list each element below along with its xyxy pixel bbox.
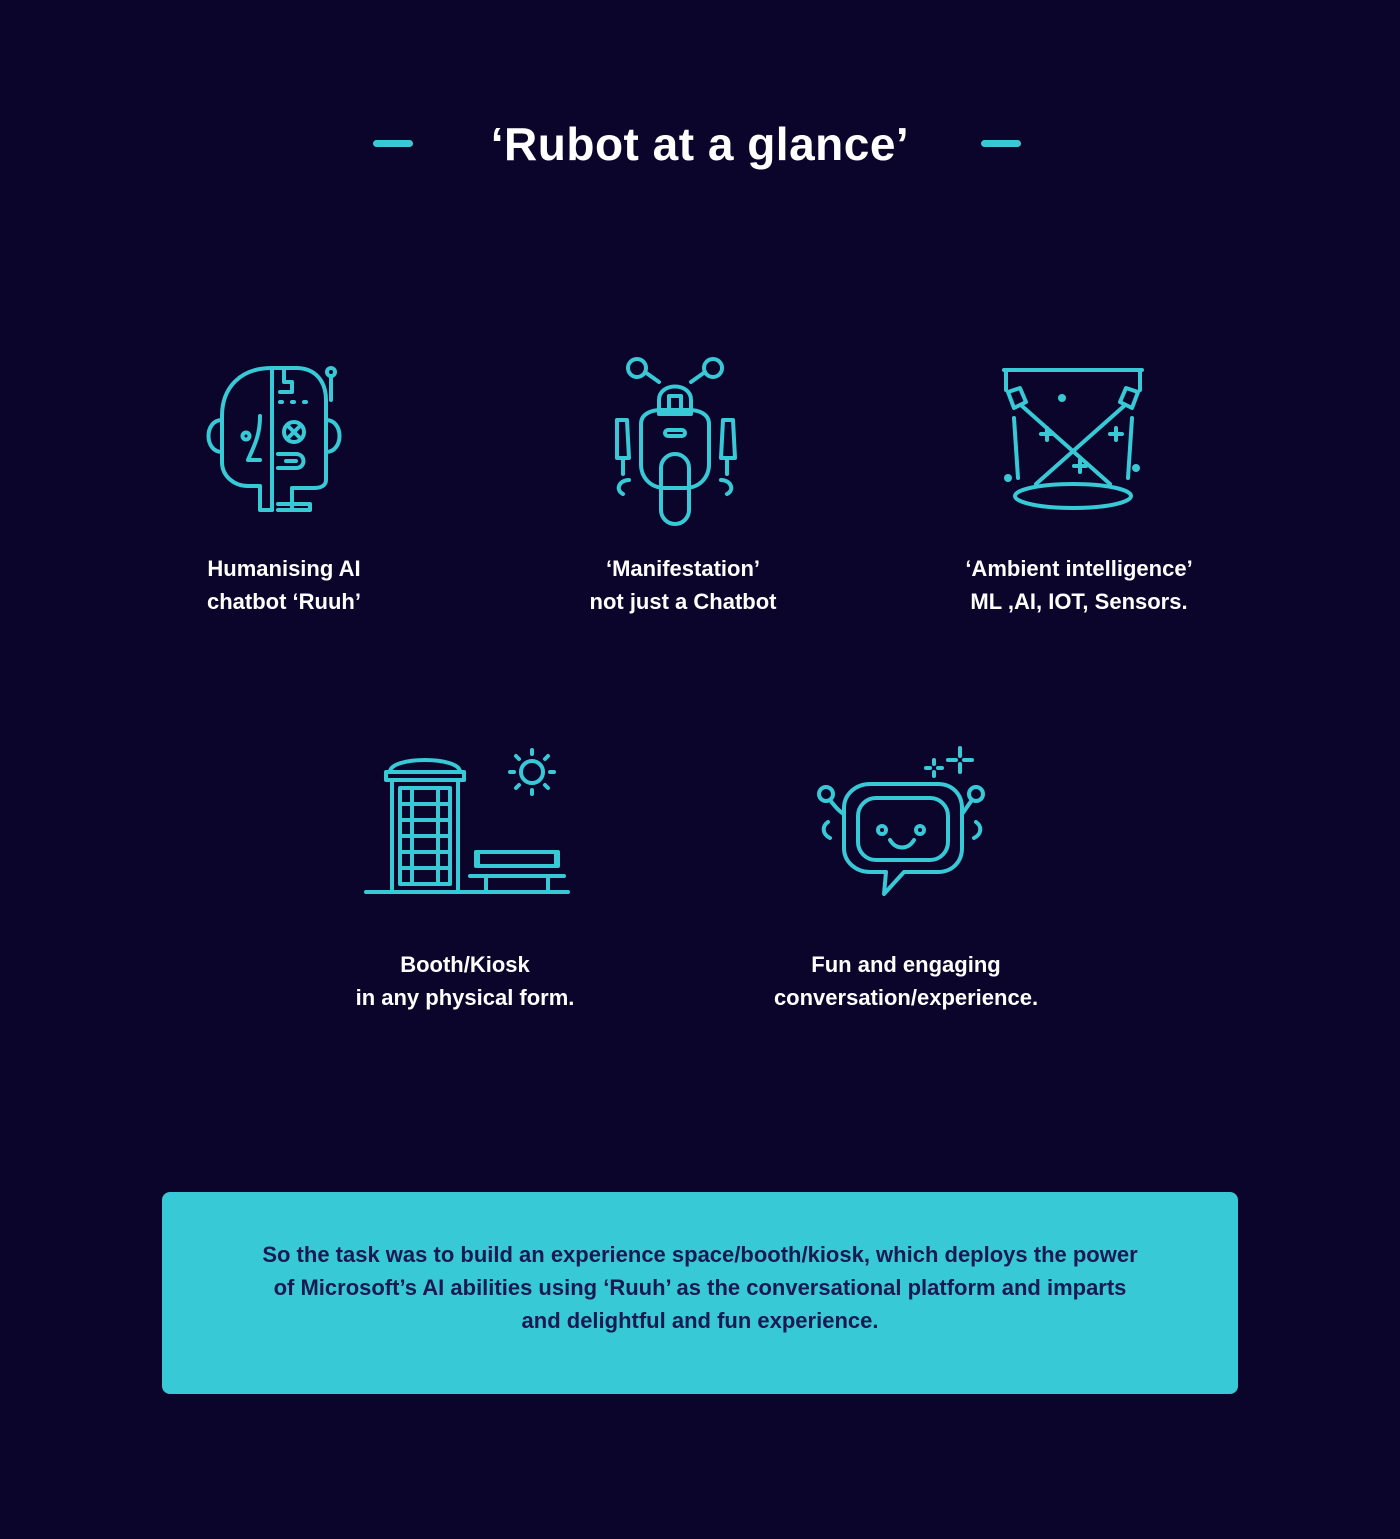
feature-caption-booth: Booth/Kiosk in any physical form. <box>335 948 595 1014</box>
feature-line-2: conversation/experience. <box>773 985 1039 1010</box>
page-header: ‘Rubot at a glance’ <box>0 112 1400 176</box>
feature-line-1: Humanising AI <box>207 556 361 581</box>
feature-line-2: ML ,AI, IOT, Sensors. <box>970 589 1188 614</box>
task-line: of Microsoft’s AI abilities using ‘Ruuh’… <box>273 1275 1127 1300</box>
phone-booth-bench-icon <box>364 746 570 896</box>
unicycle-robot-icon <box>605 354 745 526</box>
task-statement-box: So the task was to build an experience s… <box>162 1192 1238 1394</box>
feature-caption-ambient: ‘Ambient intelligence’ ML ,AI, IOT, Sens… <box>934 552 1224 618</box>
feature-line-1: Booth/Kiosk <box>400 952 530 977</box>
hologram-projector-icon <box>1000 366 1150 516</box>
title-dash-right <box>981 140 1021 147</box>
feature-line-1: ‘Ambient intelligence’ <box>965 556 1193 581</box>
feature-line-2: not just a Chatbot <box>589 589 777 614</box>
task-line: So the task was to build an experience s… <box>262 1242 1138 1267</box>
feature-caption-fun: Fun and engaging conversation/experience… <box>736 948 1076 1014</box>
page-title: ‘Rubot at a glance’ <box>490 118 910 170</box>
feature-line-2: in any physical form. <box>355 985 575 1010</box>
task-line: and delightful and fun experience. <box>521 1308 879 1333</box>
chatbot-speech-bubble-icon <box>814 746 990 898</box>
task-statement: So the task was to build an experience s… <box>162 1238 1238 1337</box>
feature-line-1: ‘Manifestation’ <box>605 556 760 581</box>
feature-caption-manifestation: ‘Manifestation’ not just a Chatbot <box>563 552 803 618</box>
humanoid-head-icon <box>200 364 350 514</box>
feature-caption-humanising: Humanising AI chatbot ‘Ruuh’ <box>184 552 384 618</box>
feature-line-1: Fun and engaging <box>811 952 1001 977</box>
feature-line-2: chatbot ‘Ruuh’ <box>207 589 361 614</box>
